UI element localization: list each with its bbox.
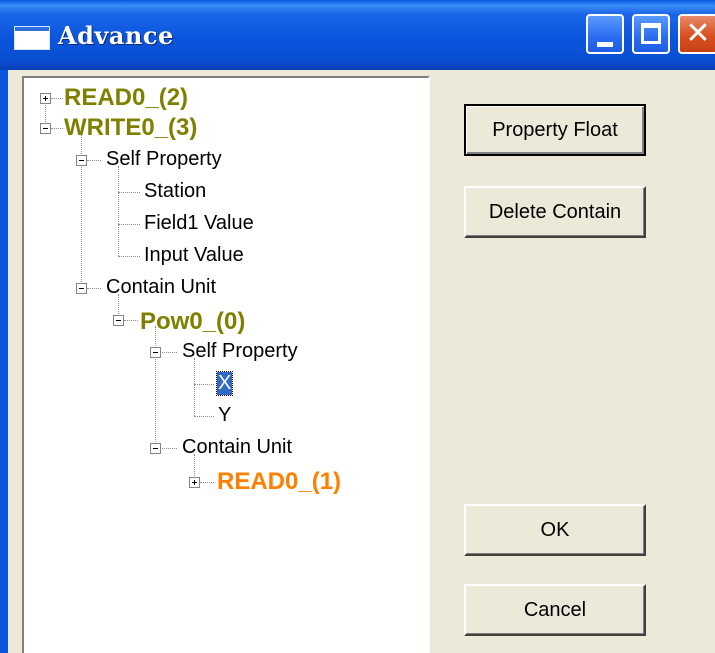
cancel-button[interactable]: Cancel (464, 584, 646, 636)
tree-connector (87, 160, 101, 161)
minimize-icon (597, 42, 613, 47)
tree-node-field1-value[interactable]: Field1 Value (144, 212, 254, 235)
tree-node-pow-self-property[interactable]: Self Property (182, 340, 298, 363)
tree-node-y[interactable]: Y (218, 404, 231, 427)
tree-view[interactable]: READ0_(2) WRITE0_(3) Self Property Stati… (22, 76, 430, 653)
tree-node-input-value[interactable]: Input Value (144, 244, 244, 267)
collapse-icon[interactable] (150, 347, 161, 358)
tree-connector (194, 358, 195, 416)
collapse-icon[interactable] (113, 315, 124, 326)
tree-connector (200, 482, 214, 483)
expand-icon[interactable] (189, 477, 200, 488)
tree-node-contain-unit[interactable]: Contain Unit (106, 276, 216, 299)
tree-connector (194, 416, 214, 417)
delete-contain-button[interactable]: Delete Contain (464, 186, 646, 238)
maximize-icon (641, 23, 661, 44)
expand-icon[interactable] (40, 93, 51, 104)
window-border-left (0, 70, 8, 653)
tree-connector (118, 224, 140, 225)
tree-node-read0-2[interactable]: READ0_(2) (64, 84, 188, 112)
collapse-icon[interactable] (76, 155, 87, 166)
property-float-button[interactable]: Property Float (464, 104, 646, 156)
tree-node-write0-3[interactable]: WRITE0_(3) (64, 114, 197, 142)
tree-node-x-selected[interactable]: X (215, 371, 234, 396)
tree-node-self-property[interactable]: Self Property (106, 148, 222, 171)
tree-connector (118, 166, 119, 256)
tree-connector (194, 384, 214, 385)
collapse-icon[interactable] (76, 283, 87, 294)
tree-node-pow-contain-unit[interactable]: Contain Unit (182, 436, 292, 459)
tree-connector (155, 326, 156, 448)
tree-node-pow0-0[interactable]: Pow0_(0) (140, 308, 245, 336)
maximize-button[interactable] (632, 14, 670, 54)
ok-button[interactable]: OK (464, 504, 646, 556)
window-title: Advance (58, 21, 174, 50)
tree-connector (118, 256, 140, 257)
tree-node-station[interactable]: Station (144, 180, 206, 203)
title-bar[interactable]: Advance ✕ (0, 0, 715, 70)
collapse-icon[interactable] (40, 123, 51, 134)
close-icon: ✕ (685, 16, 711, 51)
collapse-icon[interactable] (150, 443, 161, 454)
close-button[interactable]: ✕ (678, 14, 715, 54)
tree-connector (87, 288, 101, 289)
tree-connector (51, 128, 63, 129)
tree-connector (118, 192, 140, 193)
tree-node-read0-1[interactable]: READ0_(1) (217, 468, 341, 496)
tree-connector (51, 98, 63, 99)
tree-connector (124, 320, 138, 321)
window-app-icon (14, 26, 50, 50)
advance-dialog: Advance ✕ READ0_(2) WRITE0_(3) Self Prop… (0, 0, 715, 653)
minimize-button[interactable] (586, 14, 624, 54)
